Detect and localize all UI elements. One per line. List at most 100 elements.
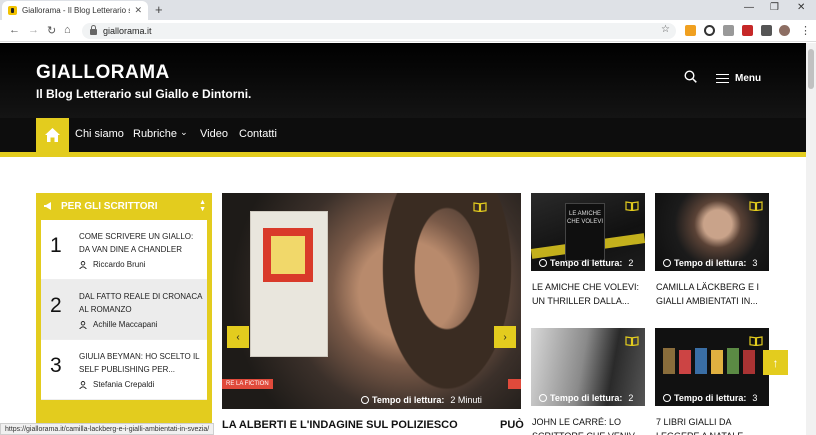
extension-pdf-icon[interactable]	[742, 25, 753, 36]
featured-slider[interactable]: ‹ › RE LA FICTION Tempo di lettura: 2 Mi…	[222, 193, 521, 409]
page-scrollbar[interactable]	[806, 43, 816, 435]
book-icon	[473, 202, 487, 212]
item-number: 3	[50, 354, 62, 377]
book-cover-text: LE AMICHE CHE VOLEVI	[565, 203, 605, 261]
clock-icon	[539, 259, 547, 267]
per-gli-scrittori-widget: PER GLI SCRITTORI ▲ ▼ 1 COME SCRIVERE UN…	[36, 193, 212, 435]
nav-item-chi-siamo[interactable]: Chi siamo	[75, 128, 124, 140]
nav-item-video[interactable]: Video	[200, 128, 228, 140]
extension-badge-icon[interactable]	[723, 25, 734, 36]
chevron-down-icon[interactable]: ▼	[199, 206, 206, 213]
list-item[interactable]: 2 DAL FATTO REALE DI CRONACA AL ROMANZO …	[41, 280, 207, 340]
menu-label: Menu	[735, 73, 762, 84]
slide-caption[interactable]: LA ALBERTI E L'INDAGINE SUL POLIZIESCO	[222, 419, 458, 431]
new-tab-button[interactable]: +	[155, 2, 163, 17]
url-text: giallorama.it	[103, 26, 152, 36]
extension-zoom-icon[interactable]	[704, 25, 715, 36]
site-tagline: Il Blog Letterario sul Giallo e Dintorni…	[36, 87, 252, 101]
reading-time-value: 2	[628, 258, 634, 268]
main-nav: Chi siamo Rubriche ⌄ Video Contatti	[0, 118, 806, 152]
slide-caption-next[interactable]: PUÒ	[500, 419, 524, 431]
author-name: Stefania Crepaldi	[93, 380, 155, 389]
book-icon	[625, 336, 639, 346]
url-input[interactable]: giallorama.it ☆	[82, 23, 676, 39]
browser-tab[interactable]: Giallorama - Il Blog Letterario sul G ✕	[2, 1, 148, 20]
item-number: 2	[50, 294, 62, 317]
article-thumbnail[interactable]: Tempo di lettura: 3	[655, 193, 769, 271]
nav-home-button[interactable]	[36, 118, 69, 152]
profile-avatar[interactable]	[779, 25, 790, 36]
list-item[interactable]: 1 COME SCRIVERE UN GIALLO: DA VAN DINE A…	[41, 220, 207, 280]
extensions-puzzle-icon[interactable]	[761, 25, 772, 36]
minimize-button[interactable]: —	[744, 2, 754, 13]
reading-time-value: 2 Minuti	[450, 395, 482, 405]
widget-list: 1 COME SCRIVERE UN GIALLO: DA VAN DINE A…	[41, 220, 207, 400]
clock-icon	[663, 394, 671, 402]
bookmark-star-icon[interactable]: ☆	[661, 24, 670, 35]
article-title[interactable]: 7 LIBRI GIALLI DA LEGGERE A NATALE...	[656, 415, 774, 435]
restore-button[interactable]: ❐	[770, 2, 779, 13]
category-badge[interactable]: RE LA FICTION	[222, 379, 273, 389]
book-image	[250, 211, 328, 357]
item-title[interactable]: GIULIA BEYMAN: HO SCELTO IL SELF PUBLISH…	[79, 350, 203, 376]
favicon-icon	[8, 6, 17, 15]
close-window-button[interactable]: ✕	[797, 2, 805, 13]
back-to-top-button[interactable]: ↑	[763, 350, 788, 375]
reading-time: Tempo di lettura: 2 Minuti	[361, 395, 482, 405]
site-title[interactable]: GIALLORAMA	[36, 62, 170, 84]
scrollbar-thumb[interactable]	[808, 49, 814, 89]
reload-icon[interactable]: ↻	[47, 24, 56, 37]
status-bar-url: https://giallorama.it/camilla-lackberg-e…	[0, 423, 215, 435]
user-icon	[79, 260, 87, 269]
article-thumbnail[interactable]: LE AMICHE CHE VOLEVI Tempo di lettura: 2	[531, 193, 645, 271]
item-author[interactable]: Achille Maccapani	[79, 320, 157, 329]
reading-time: Tempo di lettura: 2	[539, 258, 633, 268]
nav-accent-bar	[0, 152, 806, 157]
user-icon	[79, 320, 87, 329]
reading-time-value: 3	[752, 258, 758, 268]
item-author[interactable]: Riccardo Bruni	[79, 260, 145, 269]
user-icon	[79, 380, 87, 389]
reading-time-label: Tempo di lettura:	[674, 258, 747, 268]
nav-item-contatti[interactable]: Contatti	[239, 128, 277, 140]
browser-menu-icon[interactable]: ⋮	[800, 24, 811, 37]
clock-icon	[663, 259, 671, 267]
extension-key-icon[interactable]	[685, 25, 696, 36]
reading-time-value: 2	[628, 393, 634, 403]
item-title[interactable]: COME SCRIVERE UN GIALLO: DA VAN DINE A C…	[79, 230, 203, 256]
menu-button[interactable]: Menu	[716, 73, 761, 84]
list-item[interactable]: 3 GIULIA BEYMAN: HO SCELTO IL SELF PUBLI…	[41, 340, 207, 400]
item-number: 1	[50, 234, 62, 257]
author-name: Achille Maccapani	[93, 320, 158, 329]
chevron-down-icon: ⌄	[180, 127, 188, 137]
article-title[interactable]: CAMILLA LÄCKBERG E I GIALLI AMBIENTATI I…	[656, 280, 774, 308]
home-icon[interactable]: ⌂	[64, 24, 71, 36]
reading-time-value: 3	[752, 393, 758, 403]
site-header: GIALLORAMA Il Blog Letterario sul Giallo…	[0, 43, 806, 118]
back-icon[interactable]: ←	[9, 24, 20, 36]
article-title[interactable]: LE AMICHE CHE VOLEVI: UN THRILLER DALLA.…	[532, 280, 650, 308]
home-icon	[45, 128, 60, 142]
nav-item-label: Rubriche	[133, 128, 178, 140]
address-bar: ← → ↻ ⌂ giallorama.it ☆ ⋮	[0, 20, 816, 42]
article-thumbnail[interactable]: Tempo di lettura: 2	[531, 328, 645, 406]
item-title[interactable]: DAL FATTO REALE DI CRONACA AL ROMANZO	[79, 290, 203, 316]
tab-close-icon[interactable]: ✕	[134, 5, 142, 16]
nav-item-rubriche[interactable]: Rubriche ⌄	[133, 127, 188, 140]
article-title[interactable]: JOHN LE CARRÉ: LO SCRITTORE CHE VENIV...	[532, 415, 650, 435]
reading-time: Tempo di lettura: 3	[663, 258, 757, 268]
category-badge-next[interactable]	[508, 379, 521, 389]
article-thumbnail[interactable]: Tempo di lettura: 3	[655, 328, 769, 406]
search-icon[interactable]	[684, 70, 697, 83]
slide-image-detail	[372, 193, 521, 409]
reading-time: Tempo di lettura: 3	[663, 393, 757, 403]
slider-prev-button[interactable]: ‹	[227, 326, 249, 348]
item-author[interactable]: Stefania Crepaldi	[79, 380, 154, 389]
author-name: Riccardo Bruni	[93, 260, 146, 269]
widget-scroll-controls: ▲ ▼	[199, 199, 206, 213]
chevron-up-icon[interactable]: ▲	[199, 199, 206, 206]
hamburger-icon	[716, 73, 729, 84]
forward-icon[interactable]: →	[28, 24, 39, 36]
reading-time-label: Tempo di lettura:	[372, 395, 445, 405]
slider-next-button[interactable]: ›	[494, 326, 516, 348]
